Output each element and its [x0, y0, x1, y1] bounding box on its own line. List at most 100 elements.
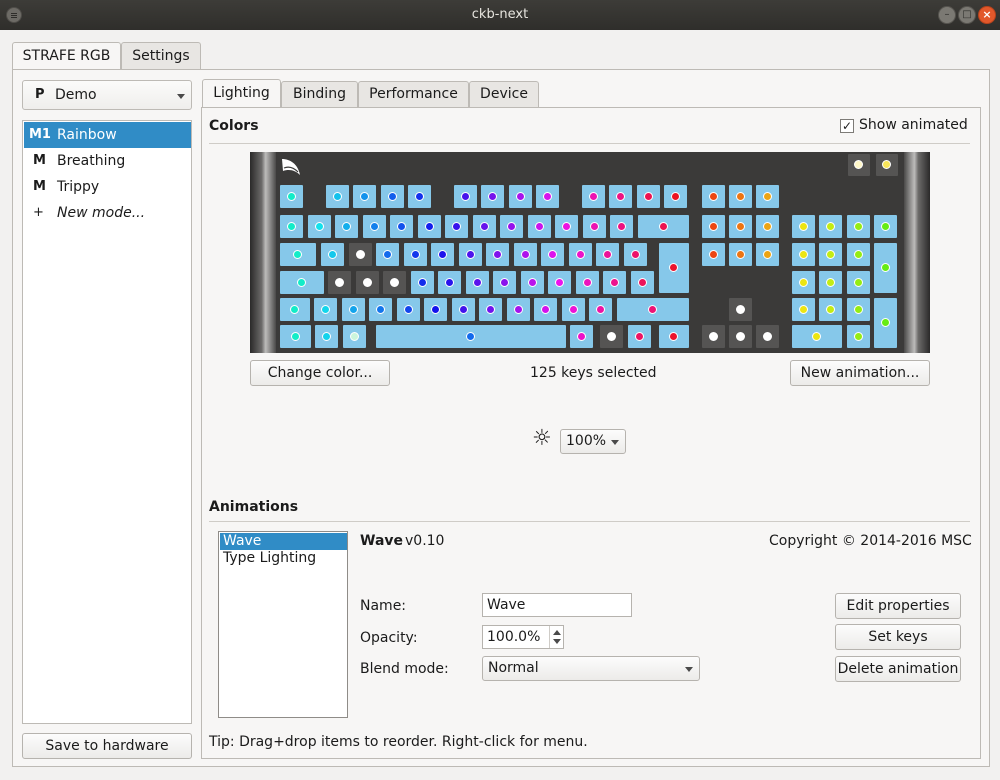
- keyboard-key[interactable]: [570, 325, 593, 348]
- keyboard-key[interactable]: [280, 298, 310, 321]
- keyboard-key[interactable]: [756, 215, 779, 238]
- keyboard-key[interactable]: [630, 271, 654, 294]
- keyboard-key[interactable]: [438, 271, 461, 294]
- mode-item-breathing[interactable]: M Breathing: [24, 148, 191, 174]
- tab-performance[interactable]: Performance: [358, 81, 469, 107]
- keyboard-key[interactable]: [548, 271, 571, 294]
- new-animation-button[interactable]: New animation...: [790, 360, 930, 386]
- keyboard-key[interactable]: [376, 325, 566, 348]
- keyboard-key[interactable]: [369, 298, 392, 321]
- keyboard-key[interactable]: [465, 271, 489, 294]
- show-animated-checkbox[interactable]: ✓: [840, 119, 854, 133]
- keyboard-key[interactable]: [664, 185, 687, 208]
- opacity-spinbox[interactable]: 100.0%: [482, 625, 564, 649]
- keyboard-key[interactable]: [847, 271, 870, 294]
- keyboard-key[interactable]: [874, 243, 897, 293]
- keyboard-key[interactable]: [472, 215, 496, 238]
- keyboard-key[interactable]: [628, 325, 651, 348]
- keyboard-key[interactable]: [792, 298, 815, 321]
- keyboard-key[interactable]: [321, 243, 344, 266]
- keyboard-key[interactable]: [847, 243, 870, 266]
- keyboard-key[interactable]: [390, 215, 413, 238]
- save-to-hardware-button[interactable]: Save to hardware: [22, 733, 192, 759]
- keyboard-key[interactable]: [582, 215, 606, 238]
- keyboard-key[interactable]: [348, 243, 372, 266]
- keyboard-key[interactable]: [847, 298, 870, 321]
- keyboard-key[interactable]: [702, 215, 725, 238]
- minimize-icon[interactable]: –: [938, 6, 956, 24]
- set-keys-button[interactable]: Set keys: [835, 624, 961, 650]
- keyboard-key[interactable]: [506, 298, 530, 321]
- spin-down-icon[interactable]: [553, 639, 561, 644]
- keyboard-key[interactable]: [756, 325, 779, 348]
- keyboard-key[interactable]: [445, 215, 468, 238]
- mode-item-rainbow[interactable]: M1 Rainbow: [24, 122, 191, 148]
- keyboard-key[interactable]: [702, 185, 725, 208]
- mode-item-trippy[interactable]: M Trippy: [24, 174, 191, 200]
- keyboard-key[interactable]: [280, 185, 303, 208]
- keyboard-key[interactable]: [792, 271, 815, 294]
- new-mode-item[interactable]: + New mode...: [24, 200, 191, 226]
- keyboard-key[interactable]: [381, 185, 404, 208]
- keyboard-key[interactable]: [589, 298, 612, 321]
- keyboard-key[interactable]: [326, 185, 349, 208]
- keyboard-key[interactable]: [307, 215, 331, 238]
- keyboard-key[interactable]: [847, 215, 870, 238]
- keyboard-key[interactable]: [729, 215, 752, 238]
- keyboard-key[interactable]: [458, 243, 482, 266]
- keyboard-key[interactable]: [874, 298, 897, 348]
- keyboard-key[interactable]: [500, 215, 523, 238]
- keyboard-key[interactable]: [638, 215, 689, 238]
- keyboard-key[interactable]: [575, 271, 599, 294]
- keyboard-key[interactable]: [479, 298, 502, 321]
- keyboard-key[interactable]: [729, 243, 752, 266]
- keyboard-key[interactable]: [561, 298, 585, 321]
- keyboard-key[interactable]: [609, 185, 632, 208]
- tab-settings[interactable]: Settings: [121, 42, 201, 70]
- tab-binding[interactable]: Binding: [281, 81, 358, 107]
- keyboard-key[interactable]: [568, 243, 592, 266]
- keyboard-key[interactable]: [353, 185, 376, 208]
- keyboard-key[interactable]: [486, 243, 509, 266]
- keyboard-key[interactable]: [335, 215, 358, 238]
- keyboard-key[interactable]: [600, 325, 623, 348]
- keyboard-key[interactable]: [520, 271, 544, 294]
- keyboard-key[interactable]: [355, 271, 379, 294]
- name-field[interactable]: Wave: [482, 593, 632, 617]
- keyboard-key[interactable]: [280, 325, 311, 348]
- mode-list[interactable]: M1 Rainbow M Breathing M Trippy + New mo…: [22, 120, 192, 724]
- keyboard-key[interactable]: [536, 185, 559, 208]
- keyboard-key[interactable]: [424, 298, 447, 321]
- keyboard-key[interactable]: [848, 154, 870, 176]
- keyboard-key[interactable]: [876, 154, 898, 176]
- keyboard-key[interactable]: [376, 243, 399, 266]
- keyboard-key[interactable]: [623, 243, 647, 266]
- brightness-select[interactable]: 100%: [560, 429, 626, 454]
- keyboard-key[interactable]: [410, 271, 434, 294]
- keyboard-key[interactable]: [509, 185, 532, 208]
- keyboard-key[interactable]: [819, 215, 842, 238]
- keyboard-key[interactable]: [792, 243, 815, 266]
- keyboard-key[interactable]: [431, 243, 454, 266]
- delete-animation-button[interactable]: Delete animation: [835, 656, 961, 682]
- keyboard-key[interactable]: [481, 185, 504, 208]
- keyboard-key[interactable]: [792, 325, 842, 348]
- tab-strafe-rgb[interactable]: STRAFE RGB: [12, 42, 121, 71]
- keyboard-key[interactable]: [493, 271, 516, 294]
- maximize-icon[interactable]: □: [958, 6, 976, 24]
- keyboard-key[interactable]: [819, 243, 842, 266]
- keyboard-key[interactable]: [702, 325, 725, 348]
- keyboard-key[interactable]: [729, 185, 752, 208]
- keyboard-key[interactable]: [582, 185, 605, 208]
- keyboard-key[interactable]: [729, 325, 752, 348]
- keyboard-key[interactable]: [756, 185, 779, 208]
- keyboard-key[interactable]: [362, 215, 386, 238]
- tab-device[interactable]: Device: [469, 81, 539, 107]
- tab-lighting[interactable]: Lighting: [202, 79, 281, 107]
- blend-mode-select[interactable]: Normal: [482, 656, 700, 681]
- keyboard-key[interactable]: [603, 271, 626, 294]
- profile-select[interactable]: P Demo: [22, 80, 192, 110]
- keyboard-key[interactable]: [534, 298, 557, 321]
- keyboard-key[interactable]: [454, 185, 477, 208]
- keyboard-key[interactable]: [408, 185, 431, 208]
